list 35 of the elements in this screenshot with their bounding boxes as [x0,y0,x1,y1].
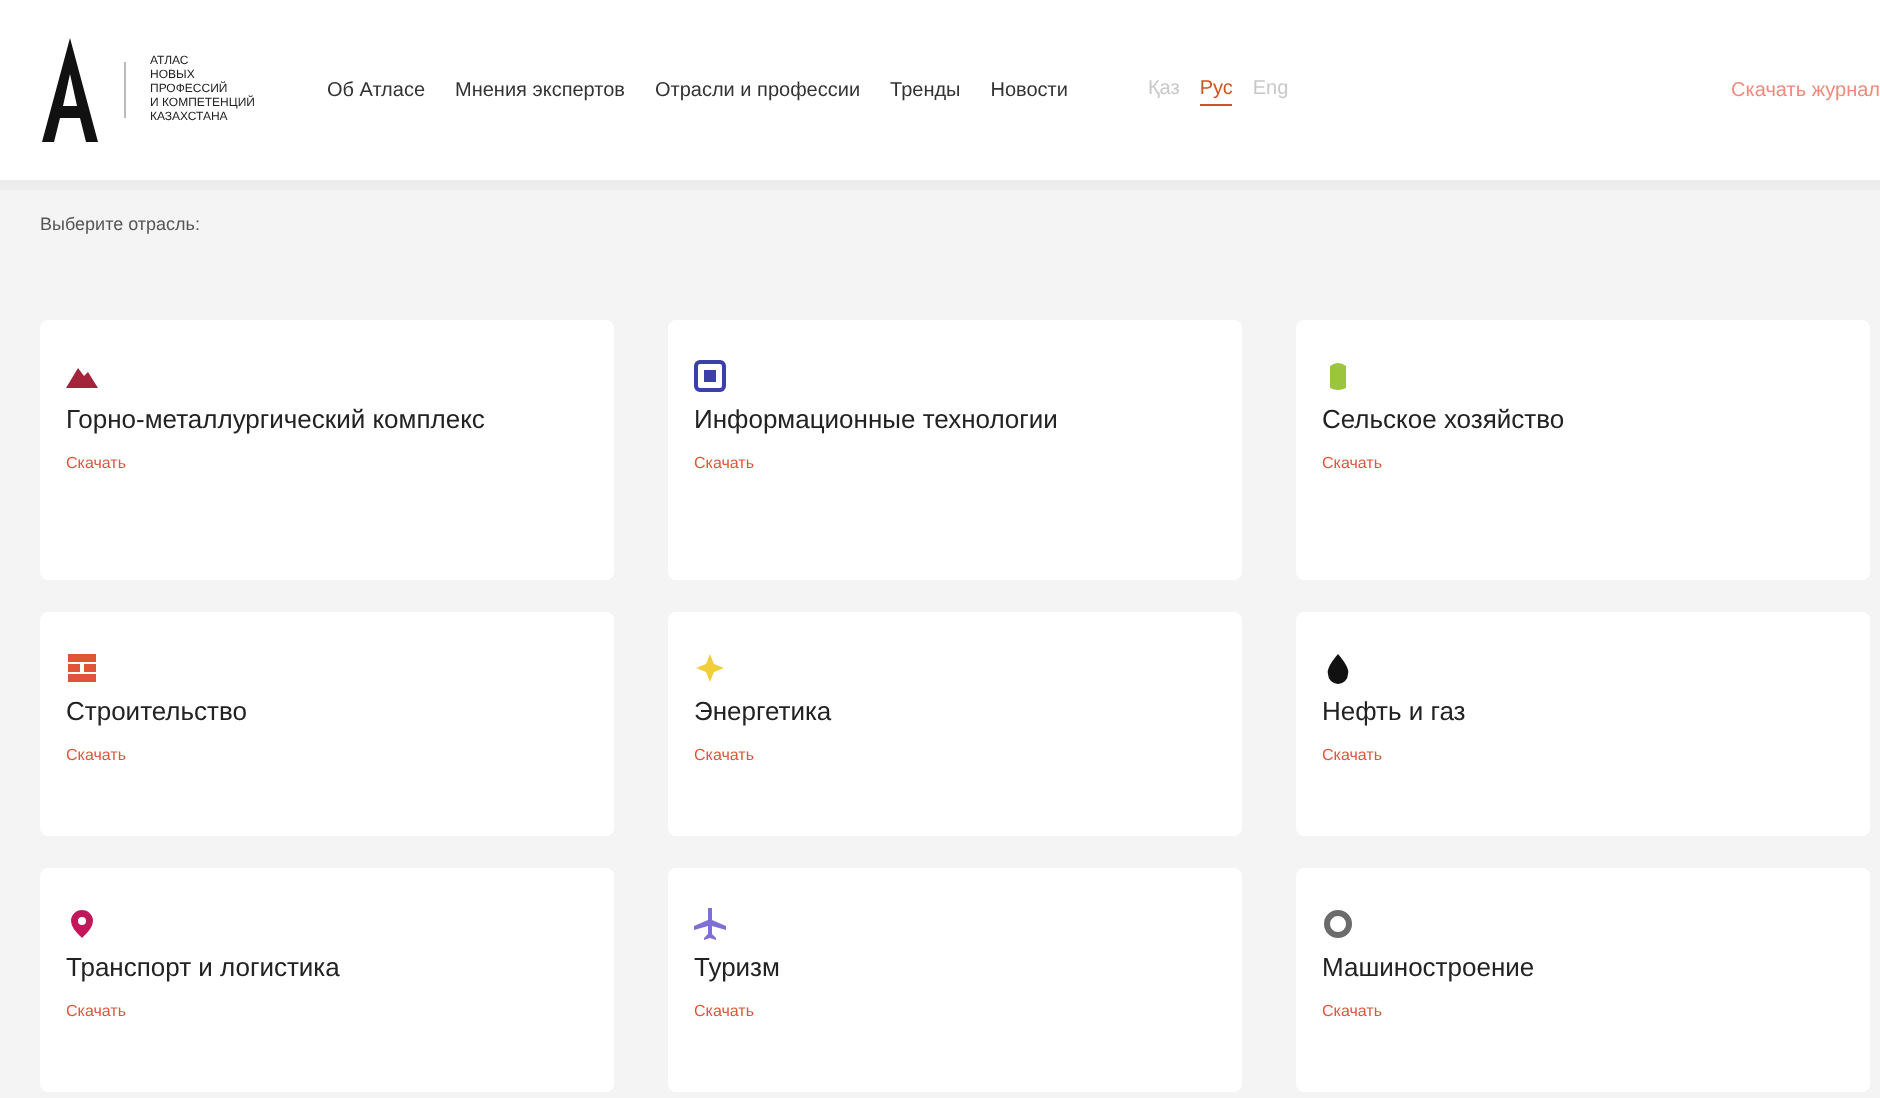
nav-link[interactable]: Мнения экспертов [455,75,625,105]
industry-card[interactable]: Транспорт и логистика Скачать [40,867,614,1091]
download-link[interactable]: Скачать [694,451,754,475]
industry-title: Энергетика [694,693,834,730]
industry-title: Транспорт и логистика [66,949,342,986]
industry-card[interactable]: Горно-металлургический комплекс Скачать [40,319,614,579]
industry-card[interactable]: Энергетика Скачать [668,611,1242,835]
industry-card[interactable]: Информационные технологии Скачать [668,319,1242,579]
nav-link[interactable]: Новости [990,75,1068,105]
industry-title: Горно-металлургический комплекс [66,401,487,438]
industry-title: Машиностроение [1322,949,1537,986]
industry-title: Информационные технологии [694,401,1060,438]
nav-link[interactable]: Об Атласе [326,75,426,105]
industry-title: Нефть и газ [1322,693,1468,730]
logo-icon [40,38,100,142]
download-link[interactable]: Скачать [694,999,754,1023]
download-link[interactable]: Скачать [694,743,754,767]
download-link[interactable]: Скачать [66,743,126,767]
language-tab[interactable]: Рус [1199,74,1233,106]
industry-title: Строительство [66,693,249,730]
download-link[interactable]: Скачать [66,999,126,1023]
download-link[interactable]: Скачать [1322,999,1382,1023]
industry-card[interactable]: Сельское хозяйство Скачать [1296,319,1870,579]
download-link[interactable]: Скачать [1322,451,1382,475]
download-link[interactable]: Скачать [66,451,126,475]
industry-card[interactable]: Туризм Скачать [668,867,1242,1091]
industry-card[interactable]: Нефть и газ Скачать [1296,611,1870,835]
download-link[interactable]: Скачать [1322,743,1382,767]
industry-title: Туризм [694,949,782,986]
industry-card[interactable]: Машиностроение Скачать [1296,867,1870,1091]
prompt-text: Выберите отрасль: [40,212,202,238]
nav-link[interactable]: Отрасли и профессии [654,75,861,105]
industry-title: Сельское хозяйство [1322,401,1567,437]
industry-card[interactable]: Строительство Скачать [40,611,614,835]
nav-link[interactable]: Тренды [890,75,961,105]
